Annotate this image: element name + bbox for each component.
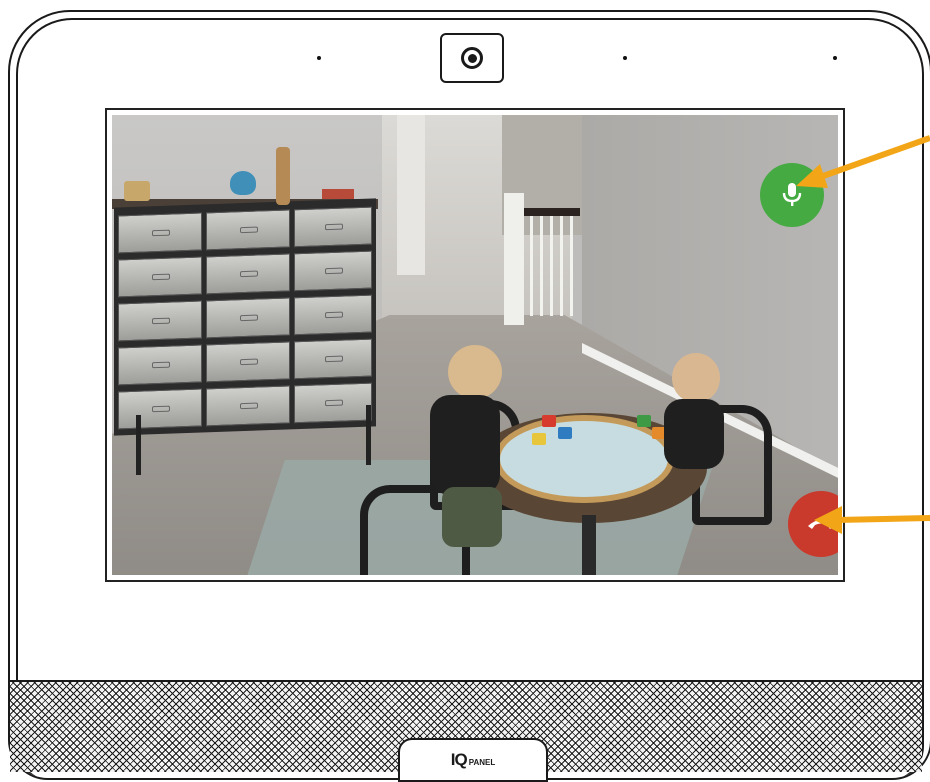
logo-mark: IQ (450, 750, 468, 769)
camera-lens-icon (461, 47, 483, 69)
front-camera (440, 33, 504, 83)
arrow-to-hangup-icon (814, 506, 930, 534)
live-camera-feed (112, 115, 838, 575)
sensor-dot-left (317, 56, 321, 60)
video-call-screen (105, 108, 845, 582)
sensor-dot-right (833, 56, 837, 60)
arrow-to-mic-icon (796, 135, 930, 188)
brand-logo: IQ PANEL (398, 738, 548, 782)
logo-text: PANEL (468, 758, 496, 767)
sensor-dot-middle (623, 56, 627, 60)
